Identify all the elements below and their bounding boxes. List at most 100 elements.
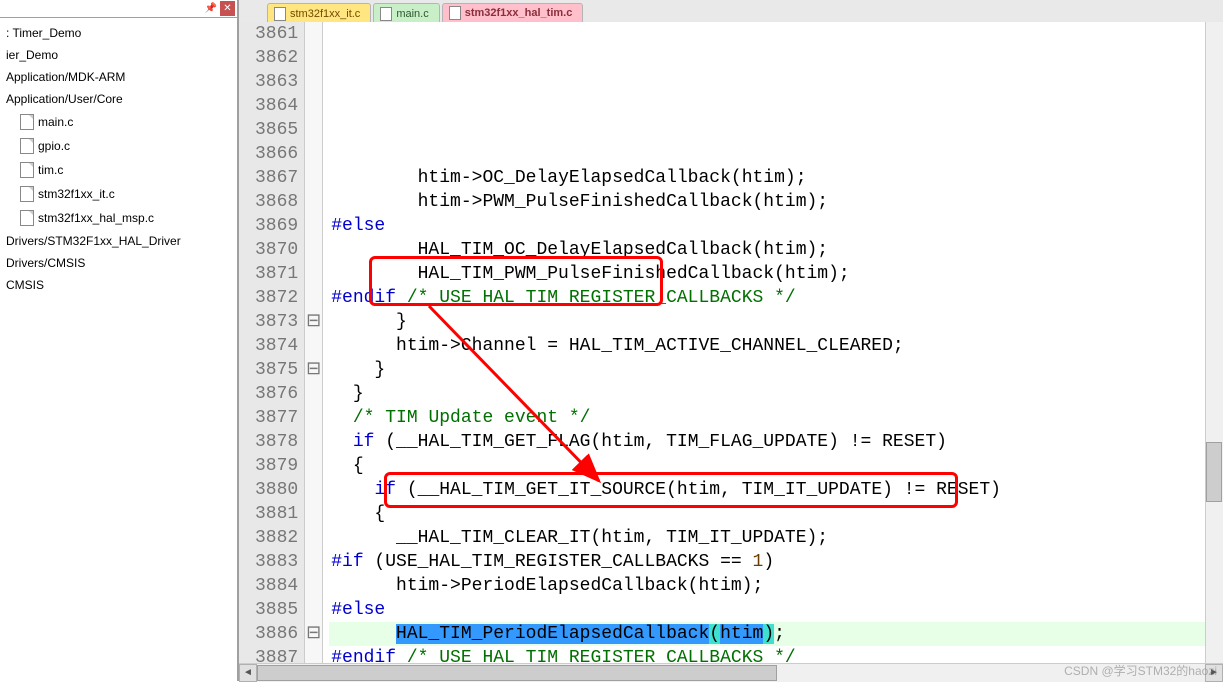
- code-token: /* TIM Update event */: [353, 408, 591, 428]
- tree-item[interactable]: ier_Demo: [0, 44, 237, 66]
- code-line[interactable]: #if (USE_HAL_TIM_REGISTER_CALLBACKS == 1…: [329, 550, 1223, 574]
- code-line[interactable]: #else: [329, 214, 1223, 238]
- project-explorer: 📌 ✕ : Timer_Demoier_Demo Application/MDK-…: [0, 0, 239, 681]
- code-line[interactable]: {: [329, 502, 1223, 526]
- code-line[interactable]: __HAL_TIM_CLEAR_IT(htim, TIM_IT_UPDATE);: [329, 526, 1223, 550]
- fold-toggle-icon[interactable]: ⊟: [305, 622, 322, 646]
- fold-toggle-icon[interactable]: ⊟: [305, 358, 322, 382]
- code-line[interactable]: #endif /* USE_HAL_TIM_REGISTER_CALLBACKS…: [329, 646, 1223, 663]
- fold-guide: [305, 334, 322, 358]
- fold-gutter[interactable]: ⊟ ⊟ ⊟: [305, 22, 323, 663]
- tree-item[interactable]: Application/User/Core: [0, 88, 237, 110]
- tree-item-label: CMSIS: [6, 278, 44, 292]
- fold-guide: [305, 598, 322, 622]
- tree-item-label: Application/MDK-ARM: [6, 70, 125, 84]
- line-number: 3881: [255, 502, 298, 526]
- code-token: ;: [774, 624, 785, 644]
- code-line[interactable]: #endif /* USE_HAL_TIM_REGISTER_CALLBACKS…: [329, 286, 1223, 310]
- line-number: 3885: [255, 598, 298, 622]
- code-token: {: [331, 456, 363, 476]
- vertical-scrollbar[interactable]: [1205, 22, 1223, 663]
- fold-guide: [305, 238, 322, 262]
- tree-item[interactable]: stm32f1xx_it.c: [0, 182, 237, 206]
- tree-item[interactable]: tim.c: [0, 158, 237, 182]
- tree-item[interactable]: stm32f1xx_hal_msp.c: [0, 206, 237, 230]
- code-token: (: [709, 624, 720, 644]
- code-line[interactable]: htim->PeriodElapsedCallback(htim);: [329, 574, 1223, 598]
- tree-item[interactable]: : Timer_Demo: [0, 22, 237, 44]
- fold-guide: [305, 214, 322, 238]
- code-line[interactable]: }: [329, 382, 1223, 406]
- code-line[interactable]: }: [329, 310, 1223, 334]
- code-line[interactable]: HAL_TIM_PWM_PulseFinishedCallback(htim);: [329, 262, 1223, 286]
- line-number: 3867: [255, 166, 298, 190]
- code-line[interactable]: if (__HAL_TIM_GET_FLAG(htim, TIM_FLAG_UP…: [329, 430, 1223, 454]
- code-token: #endif: [331, 288, 396, 308]
- tree-item[interactable]: gpio.c: [0, 134, 237, 158]
- file-icon: [20, 162, 34, 178]
- editor-tab[interactable]: main.c: [373, 3, 439, 23]
- file-icon: [20, 210, 34, 226]
- scroll-track[interactable]: [257, 664, 1205, 682]
- tree-item[interactable]: Application/MDK-ARM: [0, 66, 237, 88]
- code-token: #else: [331, 216, 385, 236]
- code-area[interactable]: htim->OC_DelayElapsedCallback(htim); hti…: [329, 22, 1223, 663]
- code-token: (USE_HAL_TIM_REGISTER_CALLBACKS ==: [364, 552, 753, 572]
- editor-pane: stm32f1xx_it.cmain.cstm32f1xx_hal_tim.c …: [239, 0, 1223, 681]
- tree-item[interactable]: Drivers/STM32F1xx_HAL_Driver: [0, 230, 237, 252]
- tree-item[interactable]: main.c: [0, 110, 237, 134]
- line-number: 3886: [255, 622, 298, 646]
- code-token: (__HAL_TIM_GET_FLAG(htim, TIM_FLAG_UPDAT…: [374, 432, 947, 452]
- code-line[interactable]: {: [329, 454, 1223, 478]
- line-number: 3861: [255, 22, 298, 46]
- code-line[interactable]: /* TIM Update event */: [329, 406, 1223, 430]
- fold-guide: [305, 46, 322, 70]
- code-token: [331, 408, 353, 428]
- fold-toggle-icon[interactable]: ⊟: [305, 310, 322, 334]
- line-number-gutter: 3861386238633864386538663867386838693870…: [239, 22, 305, 663]
- line-number: 3869: [255, 214, 298, 238]
- fold-guide: [305, 118, 322, 142]
- tab-label: main.c: [396, 8, 428, 20]
- project-tree[interactable]: : Timer_Demoier_Demo Application/MDK-ARM A…: [0, 18, 237, 681]
- code-token: }: [331, 384, 363, 404]
- code-token: {: [331, 504, 385, 524]
- tree-item-label: main.c: [38, 115, 73, 129]
- code-line[interactable]: htim->PWM_PulseFinishedCallback(htim);: [329, 190, 1223, 214]
- line-number: 3872: [255, 286, 298, 310]
- code-token: if: [353, 432, 375, 452]
- line-number: 3873: [255, 310, 298, 334]
- scroll-left-button[interactable]: ◄: [239, 664, 257, 682]
- scroll-thumb[interactable]: [1206, 442, 1222, 502]
- tree-item-label: tim.c: [38, 163, 63, 177]
- code-line[interactable]: htim->Channel = HAL_TIM_ACTIVE_CHANNEL_C…: [329, 334, 1223, 358]
- editor-tab[interactable]: stm32f1xx_hal_tim.c: [442, 3, 584, 23]
- close-icon[interactable]: ✕: [220, 1, 235, 16]
- line-number: 3874: [255, 334, 298, 358]
- code-token: ): [763, 552, 774, 572]
- code-line[interactable]: #else: [329, 598, 1223, 622]
- code-token: 1: [753, 552, 764, 572]
- tree-item[interactable]: Drivers/CMSIS: [0, 252, 237, 274]
- line-number: 3862: [255, 46, 298, 70]
- editor-tab[interactable]: stm32f1xx_it.c: [267, 3, 371, 23]
- code-line[interactable]: if (__HAL_TIM_GET_IT_SOURCE(htim, TIM_IT…: [329, 478, 1223, 502]
- scroll-thumb[interactable]: [257, 665, 777, 681]
- code-token: #else: [331, 600, 385, 620]
- code-line[interactable]: HAL_TIM_PeriodElapsedCallback(htim);: [329, 622, 1223, 646]
- line-number: 3879: [255, 454, 298, 478]
- code-token: /* USE_HAL_TIM_REGISTER_CALLBACKS */: [396, 288, 796, 308]
- file-icon: [20, 186, 34, 202]
- code-line[interactable]: }: [329, 358, 1223, 382]
- fold-guide: [305, 406, 322, 430]
- code-token: OC_DelayElapsedCallback: [482, 168, 730, 188]
- code-line[interactable]: htim->OC_DelayElapsedCallback(htim);: [329, 166, 1223, 190]
- line-number: 3876: [255, 382, 298, 406]
- fold-guide: [305, 94, 322, 118]
- code-line[interactable]: HAL_TIM_OC_DelayElapsedCallback(htim);: [329, 238, 1223, 262]
- tab-label: stm32f1xx_hal_tim.c: [465, 7, 573, 19]
- pin-icon[interactable]: 📌: [204, 2, 218, 16]
- tree-item[interactable]: CMSIS: [0, 274, 237, 296]
- panel-header: 📌 ✕: [0, 0, 237, 18]
- code-editor[interactable]: 3861386238633864386538663867386838693870…: [239, 22, 1223, 663]
